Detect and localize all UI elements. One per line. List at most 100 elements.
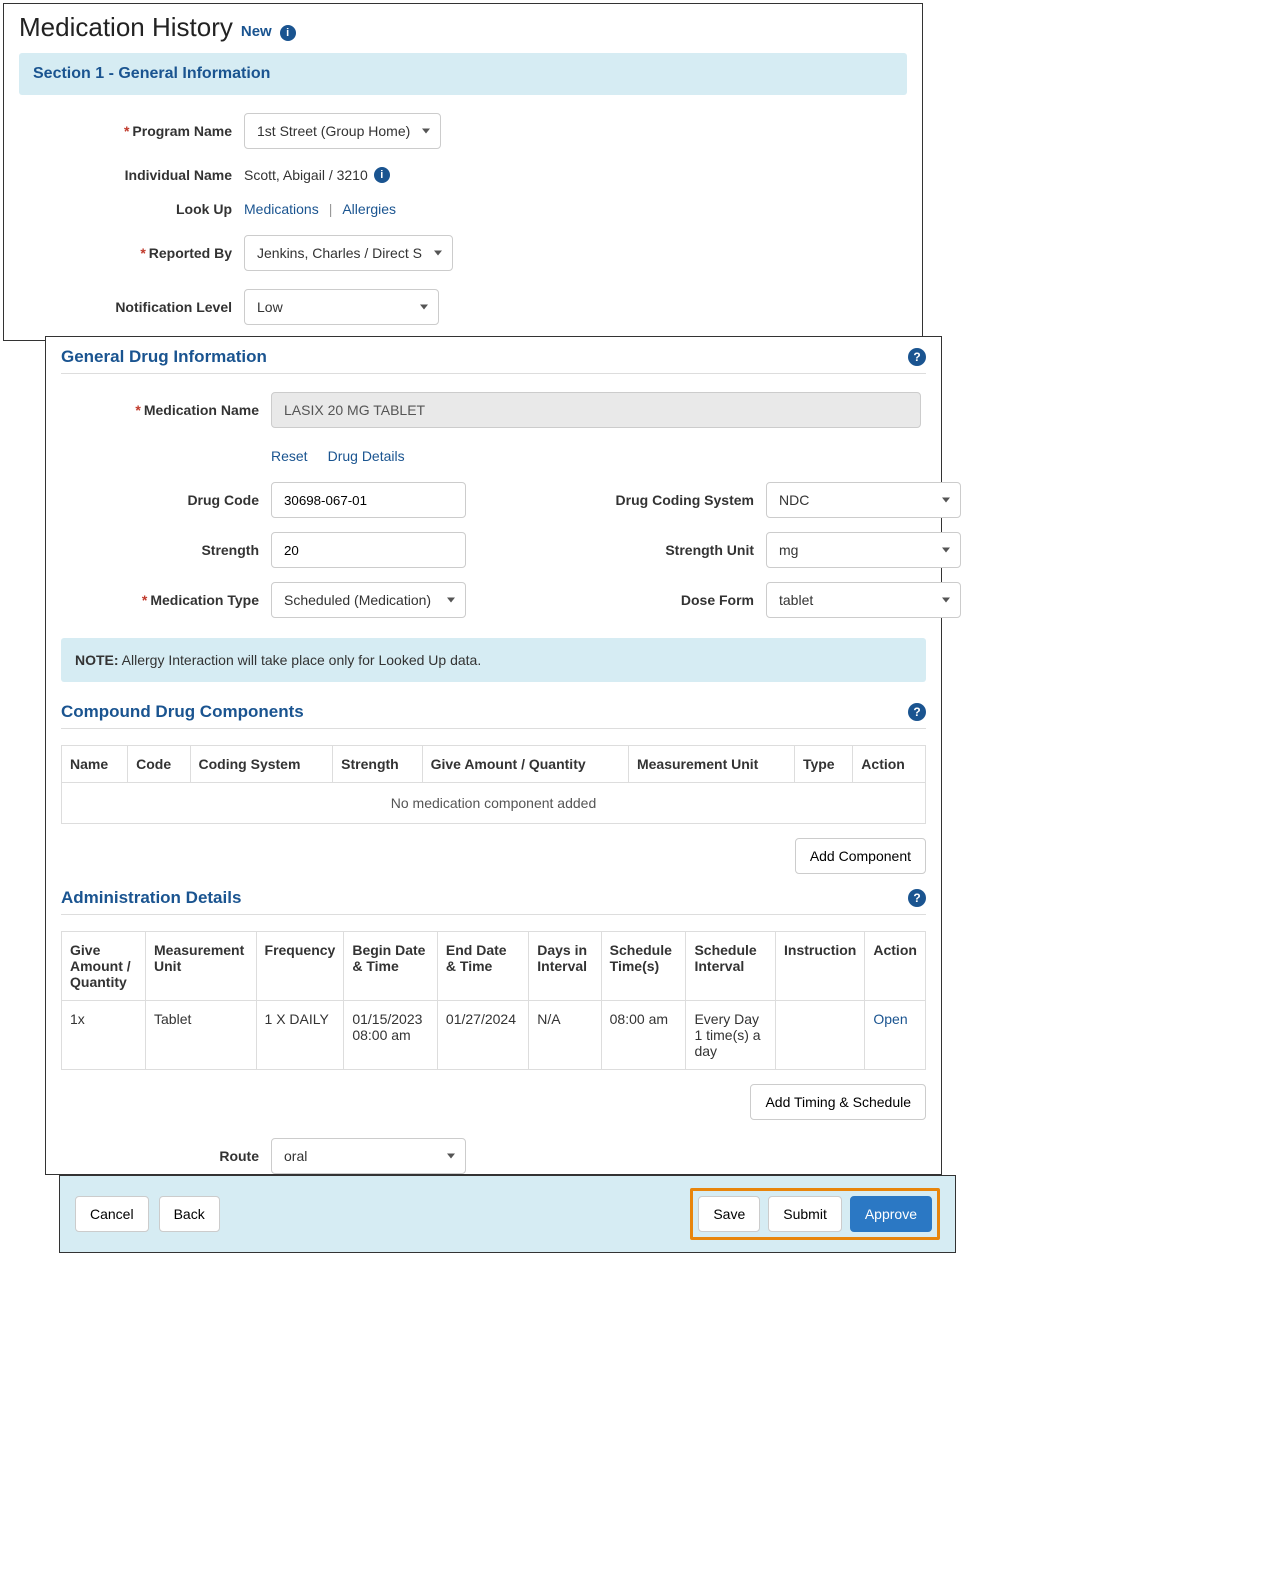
td-end: 01/27/2024 (437, 1001, 528, 1070)
panel-drug-info: General Drug Information ? *Medication N… (45, 336, 942, 1175)
dropdown-dose-form[interactable]: tablet (766, 582, 961, 618)
add-component-button[interactable]: Add Component (795, 838, 926, 874)
th-code: Code (128, 746, 190, 783)
help-icon[interactable]: ? (908, 348, 926, 366)
dropdown-reported-by[interactable]: Jenkins, Charles / Direct S (244, 235, 453, 271)
td-schedule-interval: Every Day 1 time(s) a day (686, 1001, 776, 1070)
dropdown-route-value: oral (284, 1148, 307, 1164)
label-reported-by: *Reported By (19, 245, 244, 261)
caret-icon (942, 598, 950, 603)
save-button[interactable]: Save (698, 1196, 760, 1232)
row-medication-name: *Medication Name LASIX 20 MG TABLET (61, 392, 926, 428)
new-link[interactable]: New (241, 23, 272, 40)
label-drug-code: Drug Code (61, 492, 271, 508)
add-timing-button[interactable]: Add Timing & Schedule (750, 1084, 926, 1120)
link-open[interactable]: Open (873, 1011, 907, 1027)
caret-icon (942, 498, 950, 503)
caret-icon (422, 129, 430, 134)
header-compound: Compound Drug Components ? (61, 702, 926, 722)
dropdown-medication-type-value: Scheduled (Medication) (284, 592, 431, 608)
dropdown-strength-unit[interactable]: mg (766, 532, 961, 568)
input-drug-code[interactable] (271, 482, 466, 518)
input-strength[interactable] (271, 532, 466, 568)
title-compound: Compound Drug Components (61, 702, 304, 722)
td-frequency: 1 X DAILY (256, 1001, 344, 1070)
value-individual-name: Scott, Abigail / 3210 (244, 167, 368, 183)
btn-row-compound: Add Component (61, 838, 926, 874)
caret-icon (447, 1154, 455, 1159)
th-schedule-times: Schedule Time(s) (601, 932, 686, 1001)
cancel-button[interactable]: Cancel (75, 1196, 149, 1232)
th-action: Action (865, 932, 926, 1001)
label-reported-by-text: Reported By (149, 245, 232, 261)
divider (61, 914, 926, 915)
dropdown-strength-unit-value: mg (779, 542, 798, 558)
caret-icon (434, 251, 442, 256)
th-action: Action (853, 746, 926, 783)
input-medication-name[interactable]: LASIX 20 MG TABLET (271, 392, 921, 428)
link-allergies[interactable]: Allergies (342, 201, 396, 217)
label-lookup: Look Up (19, 201, 244, 217)
row-program-name: *Program Name 1st Street (Group Home) (19, 113, 907, 149)
footer-right-highlight: Save Submit Approve (690, 1188, 940, 1240)
dropdown-drug-coding-system[interactable]: NDC (766, 482, 961, 518)
th-instruction: Instruction (776, 932, 865, 1001)
link-drug-details[interactable]: Drug Details (328, 448, 405, 464)
note-label: NOTE: (75, 652, 119, 668)
td-begin: 01/15/2023 08:00 am (344, 1001, 438, 1070)
divider (61, 728, 926, 729)
label-notification-level: Notification Level (19, 299, 244, 315)
label-route: Route (61, 1148, 271, 1164)
label-program-name-text: Program Name (132, 123, 232, 139)
td-measurement-unit: Tablet (146, 1001, 257, 1070)
link-medications[interactable]: Medications (244, 201, 319, 217)
back-button[interactable]: Back (159, 1196, 220, 1232)
td-schedule-times: 08:00 am (601, 1001, 686, 1070)
submit-button[interactable]: Submit (768, 1196, 842, 1232)
th-type: Type (794, 746, 852, 783)
info-icon[interactable]: i (280, 25, 296, 41)
dropdown-reported-by-value: Jenkins, Charles / Direct S (257, 245, 422, 261)
separator: | (329, 201, 333, 217)
table-row-empty: No medication component added (62, 783, 926, 824)
section1-header: Section 1 - General Information (19, 53, 907, 95)
label-strength-unit: Strength Unit (506, 542, 766, 558)
th-measurement-unit: Measurement Unit (146, 932, 257, 1001)
caret-icon (420, 305, 428, 310)
label-medication-name: *Medication Name (61, 402, 271, 418)
label-medication-type-text: Medication Type (150, 592, 259, 608)
title-admin: Administration Details (61, 888, 241, 908)
row-strength: Strength Strength Unit mg (61, 532, 926, 568)
label-medication-type: *Medication Type (61, 592, 271, 608)
dropdown-program-name[interactable]: 1st Street (Group Home) (244, 113, 441, 149)
label-medication-name-text: Medication Name (144, 402, 259, 418)
dropdown-notification-level[interactable]: Low (244, 289, 439, 325)
th-name: Name (62, 746, 128, 783)
dropdown-route[interactable]: oral (271, 1138, 466, 1174)
table-admin: Give Amount / Quantity Measurement Unit … (61, 931, 926, 1070)
caret-icon (942, 548, 950, 553)
info-icon[interactable]: i (374, 167, 390, 183)
th-measurement-unit: Measurement Unit (628, 746, 794, 783)
footer-left: Cancel Back (75, 1196, 220, 1232)
help-icon[interactable]: ? (908, 703, 926, 721)
empty-text: No medication component added (62, 783, 926, 824)
row-med-links: Reset Drug Details (61, 438, 926, 464)
label-program-name: *Program Name (19, 123, 244, 139)
td-action: Open (865, 1001, 926, 1070)
td-give-amount: 1x (62, 1001, 146, 1070)
panel-general-info: Medication History New i Section 1 - Gen… (3, 3, 923, 341)
label-drug-coding-system: Drug Coding System (506, 492, 766, 508)
th-days: Days in Interval (529, 932, 601, 1001)
row-reported-by: *Reported By Jenkins, Charles / Direct S (19, 235, 907, 271)
dropdown-medication-type[interactable]: Scheduled (Medication) (271, 582, 466, 618)
td-days: N/A (529, 1001, 601, 1070)
th-begin: Begin Date & Time (344, 932, 438, 1001)
btn-row-admin: Add Timing & Schedule (61, 1084, 926, 1120)
approve-button[interactable]: Approve (850, 1196, 932, 1232)
page-title: Medication History (19, 12, 233, 43)
note-text: Allergy Interaction will take place only… (119, 652, 482, 668)
link-reset[interactable]: Reset (271, 448, 308, 464)
help-icon[interactable]: ? (908, 889, 926, 907)
th-give-amount: Give Amount / Quantity (62, 932, 146, 1001)
